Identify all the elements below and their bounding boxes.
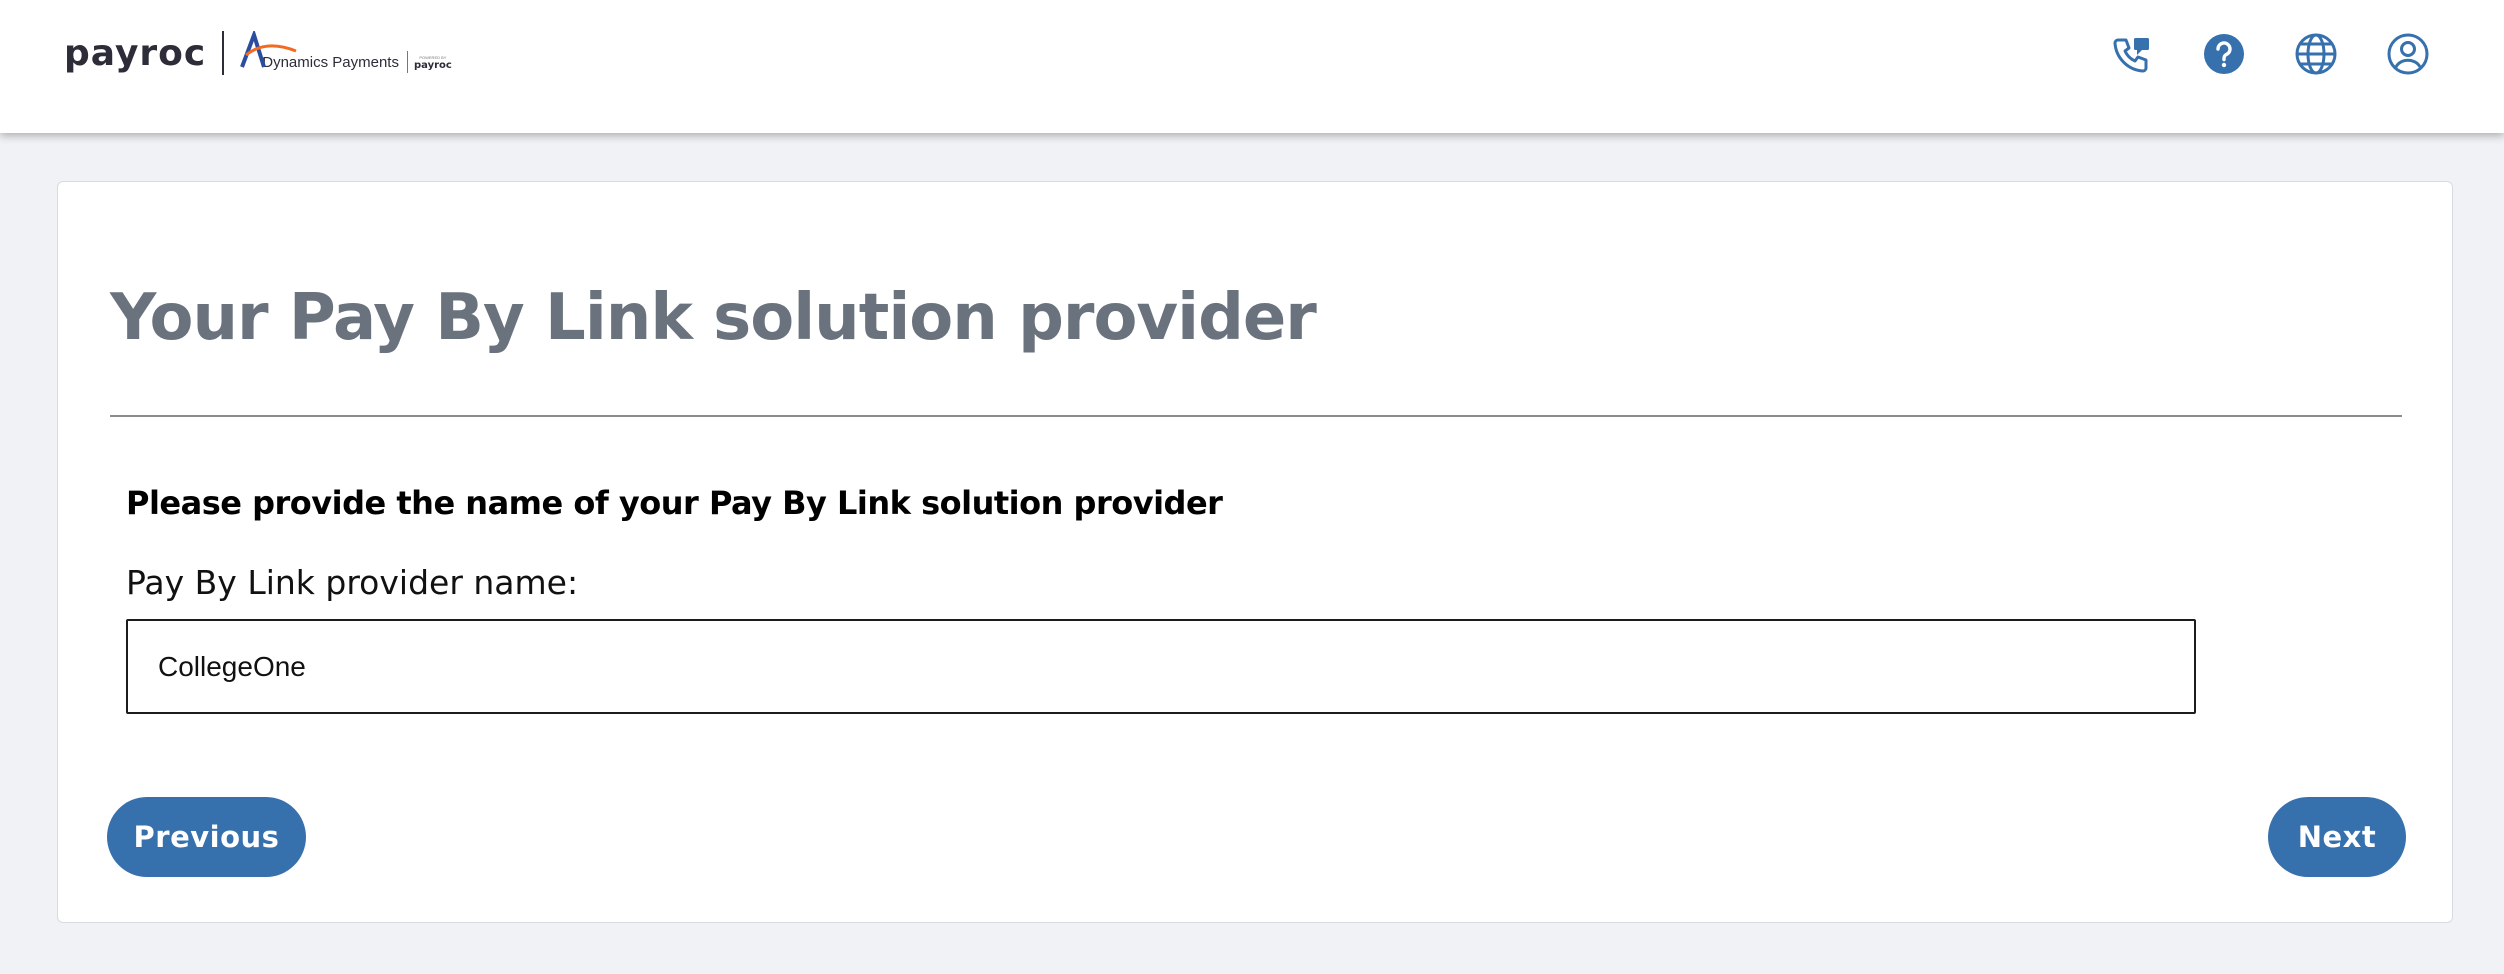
previous-button[interactable]: Previous <box>107 797 306 877</box>
header-icon-bar <box>2110 32 2430 76</box>
brand-logo[interactable]: payroc Dynamics Payments POWERED BY payr… <box>64 28 452 78</box>
globe-icon[interactable] <box>2294 32 2338 76</box>
logo-divider <box>222 31 225 75</box>
provider-name-label: Pay By Link provider name: <box>126 563 579 602</box>
top-header: payroc Dynamics Payments POWERED BY payr… <box>0 0 2504 133</box>
account-icon[interactable] <box>2386 32 2430 76</box>
phone-chat-icon[interactable] <box>2110 32 2154 76</box>
next-button[interactable]: Next <box>2268 797 2406 877</box>
page-title: Your Pay By Link solution provider <box>110 281 1317 355</box>
payroc-logo-text: payroc <box>64 32 207 74</box>
logo-mini-divider <box>406 51 408 73</box>
dynamics-payments-logo: Dynamics Payments POWERED BY payroc <box>238 31 452 75</box>
help-icon[interactable] <box>2202 32 2246 76</box>
question-heading: Please provide the name of your Pay By L… <box>126 484 1223 522</box>
form-card: Your Pay By Link solution provider Pleas… <box>57 181 2453 923</box>
provider-name-input[interactable] <box>126 619 2196 714</box>
powered-by-payroc-text: payroc <box>413 60 452 71</box>
dynamics-payments-mark-icon <box>240 31 297 68</box>
powered-by-logo: POWERED BY payroc <box>414 55 452 71</box>
title-divider <box>110 415 2402 417</box>
